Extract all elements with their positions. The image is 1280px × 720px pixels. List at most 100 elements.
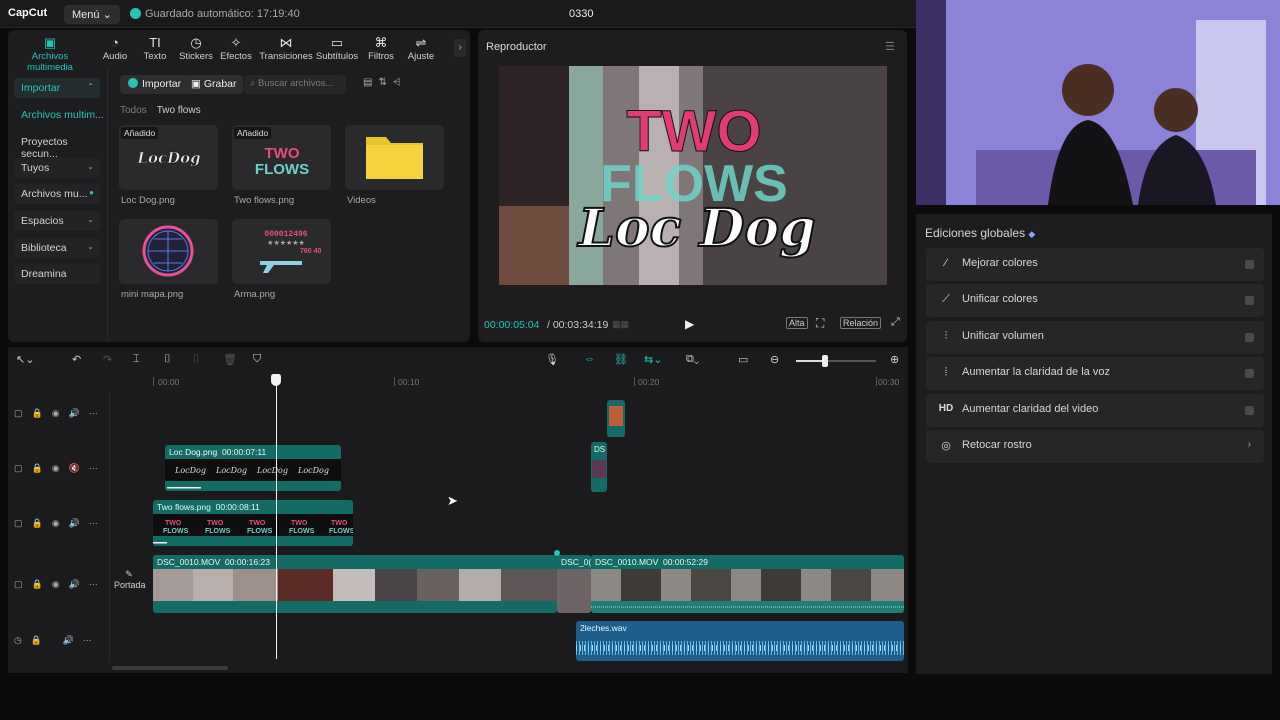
search-input[interactable]: ⌕ Buscar archivos...	[244, 75, 346, 94]
tab-ajuste[interactable]: ⇌ Ajuste	[398, 35, 444, 62]
chevron-right-icon[interactable]: ›	[454, 39, 466, 57]
menu-button[interactable]: Menú ⌄	[64, 5, 120, 24]
record-label: Grabar	[203, 78, 237, 90]
global-item-unificar-colores[interactable]: ⟋ Unificar colores	[926, 284, 1264, 317]
shield-icon[interactable]: ⛉	[253, 353, 261, 366]
play-icon[interactable]: ▶	[685, 317, 694, 331]
project-title[interactable]: 0330	[569, 8, 593, 20]
record-button[interactable]: ▣ Grabar	[185, 75, 243, 94]
clip-loc-dog[interactable]: Loc Dog.png 00:00:07:11 LocDog LocDog LocD…	[165, 445, 341, 491]
global-item-claridad-video[interactable]: HD Aumentar claridad del video	[926, 394, 1264, 427]
global-item-mejorar-colores[interactable]: ⁄ Mejorar colores	[926, 248, 1264, 281]
fullscreen-icon[interactable]: ⤢	[891, 316, 900, 329]
tab-subtitulos[interactable]: ▭ Subtítulos	[314, 35, 360, 62]
sidebar-item-biblioteca[interactable]: Biblioteca ⌄	[14, 238, 100, 258]
undo-icon[interactable]: ↶	[72, 353, 81, 366]
clip-dsc-a[interactable]: DSC_0010.MOV 00:00:16:23	[153, 555, 557, 613]
clip-two-flows[interactable]: Two flows.png 00:00:08:11 TWO FLOWS TWO FLO…	[153, 500, 353, 546]
sidebar-item-archivos-mu[interactable]: Archivos mu... ●	[14, 184, 100, 204]
sidebar-item-importar[interactable]: Importar ⌃	[14, 78, 100, 98]
edit-icon: ✎	[125, 569, 133, 579]
zoom-in-icon[interactable]: ⊕	[890, 353, 899, 366]
tab-transiciones[interactable]: ⋈ Transiciones	[258, 35, 314, 62]
media-item-mini-mapa[interactable]	[119, 219, 218, 284]
layout-grid-icon[interactable]: ▦▦	[612, 319, 629, 330]
clip-name: Loc Dog.png	[169, 447, 218, 457]
grid-view-icon[interactable]: ▤	[363, 77, 378, 88]
sidebar-item-dreamina[interactable]: Dreamina	[14, 264, 100, 284]
media-item-arma[interactable]: 000012496 ★★★★★★ 760 40	[232, 219, 331, 284]
captions-icon[interactable]: ▭	[738, 353, 748, 366]
ratio-button[interactable]: Relación	[840, 317, 882, 329]
delete-icon[interactable]: 🗑	[223, 353, 237, 366]
tab-texto[interactable]: TI Texto	[132, 35, 178, 62]
media-item-videos-folder[interactable]	[345, 125, 444, 190]
tab-efectos[interactable]: ✧ Efectos	[213, 35, 259, 62]
media-item-label: Videos	[347, 195, 376, 206]
track-controls-2[interactable]: ▢🔒◉🔇⋯	[14, 463, 107, 474]
media-item-loc-dog[interactable]: LocDog Añadido	[119, 125, 218, 190]
cover-button[interactable]: ✎ Portada	[114, 569, 146, 599]
preview-graphic: TWO FLOWS Loc Dog	[499, 66, 887, 285]
webcam-image	[916, 0, 1280, 205]
added-badge: Añadido	[234, 127, 272, 139]
sidebar-sub-archivos[interactable]: Archivos multim...	[21, 109, 104, 121]
quality-button[interactable]: Alta	[786, 317, 808, 329]
global-item-retocar-rostro[interactable]: ◎ Retocar rostro ›	[926, 430, 1264, 463]
toggle-switch[interactable]	[1245, 333, 1254, 342]
small-clip-ds[interactable]: DS	[591, 442, 607, 492]
trim-left-icon[interactable]: ⌷	[164, 353, 171, 366]
adjust-icon: ⇌	[415, 35, 427, 50]
fit-screen-icon[interactable]: ⛶	[816, 316, 824, 331]
global-item-claridad-voz[interactable]: ⦙ Aumentar la claridad de la voz	[926, 357, 1264, 390]
clip-duration: 00:00:08:11	[215, 502, 260, 512]
small-clip-top[interactable]	[607, 400, 625, 437]
sidebar-sub-proyectos[interactable]: Proyectos secun...	[21, 136, 107, 160]
track-controls-3[interactable]: ▢🔒◉🔊⋯	[14, 518, 107, 529]
redo-icon[interactable]: ↷	[103, 353, 112, 366]
split-icon[interactable]: ⌶	[133, 353, 140, 366]
clip-audio-2leches[interactable]: 2leches.wav	[576, 621, 904, 661]
split-screen-icon[interactable]: ⧉⌄	[686, 353, 699, 366]
global-item-unificar-volumen[interactable]: ⫶ Unificar volumen	[926, 321, 1264, 354]
sidebar-item-espacios[interactable]: Espacios ⌄	[14, 211, 100, 231]
toggle-switch[interactable]	[1245, 369, 1254, 378]
microphone-icon[interactable]: 🎙	[545, 353, 559, 366]
video-preview[interactable]: TWO FLOWS Loc Dog	[499, 66, 887, 285]
import-button[interactable]: Importar	[120, 75, 190, 94]
timeline-scrollbar[interactable]	[112, 666, 228, 670]
record-icon: ▣	[191, 78, 204, 90]
hamburger-icon[interactable]: ☰	[885, 40, 895, 53]
preview-axis-icon[interactable]: ⇆⌄	[644, 353, 662, 366]
view-options[interactable]: ▤⇅⩤	[363, 77, 407, 88]
select-tool-icon[interactable]: ↖⌄	[16, 353, 34, 366]
sidebar-item-tuyos[interactable]: Tuyos ⌄	[14, 158, 100, 178]
media-item-label: Two flows.png	[234, 195, 295, 206]
toggle-switch[interactable]	[1245, 260, 1254, 269]
zoom-handle[interactable]	[822, 355, 828, 367]
media-item-two-flows[interactable]: TWO FLOWS Añadido	[232, 125, 331, 190]
breadcrumb-root[interactable]: Todos	[120, 105, 147, 116]
svg-text:TWO: TWO	[331, 520, 348, 527]
track-controls-main[interactable]: ▢🔒◉🔊⋯	[14, 579, 107, 590]
global-item-label: Unificar colores	[962, 293, 1038, 305]
magnet-icon[interactable]: ⛓	[614, 353, 628, 366]
clip-dsc-b-short[interactable]: DSC_0(	[557, 555, 591, 613]
track-controls-audio[interactable]: ◷🔒 🔊⋯	[14, 635, 101, 646]
toggle-switch[interactable]	[1245, 296, 1254, 305]
track-controls-1[interactable]: ▢🔒◉🔊⋯	[14, 408, 107, 419]
dsc-b-filmstrip	[591, 569, 904, 613]
playhead-handle[interactable]	[271, 374, 281, 386]
transition-marker[interactable]	[554, 550, 560, 556]
sort-icon[interactable]: ⇅	[378, 77, 392, 88]
zoom-out-icon[interactable]: ⊖	[770, 353, 779, 366]
clip-header: Loc Dog.png 00:00:07:11	[165, 445, 341, 459]
link-clips-icon[interactable]: ⇔	[584, 353, 595, 365]
toggle-switch[interactable]	[1245, 406, 1254, 415]
svg-text:★★★★★★: ★★★★★★	[267, 239, 305, 247]
filter-icon[interactable]: ⩤	[393, 77, 407, 88]
clip-dsc-b[interactable]: DSC_0010.MOV 00:00:52:29	[591, 555, 904, 613]
svg-text:760 40: 760 40	[300, 248, 322, 255]
playhead-line[interactable]	[276, 376, 277, 659]
trim-right-icon[interactable]: ⌷	[193, 353, 200, 366]
